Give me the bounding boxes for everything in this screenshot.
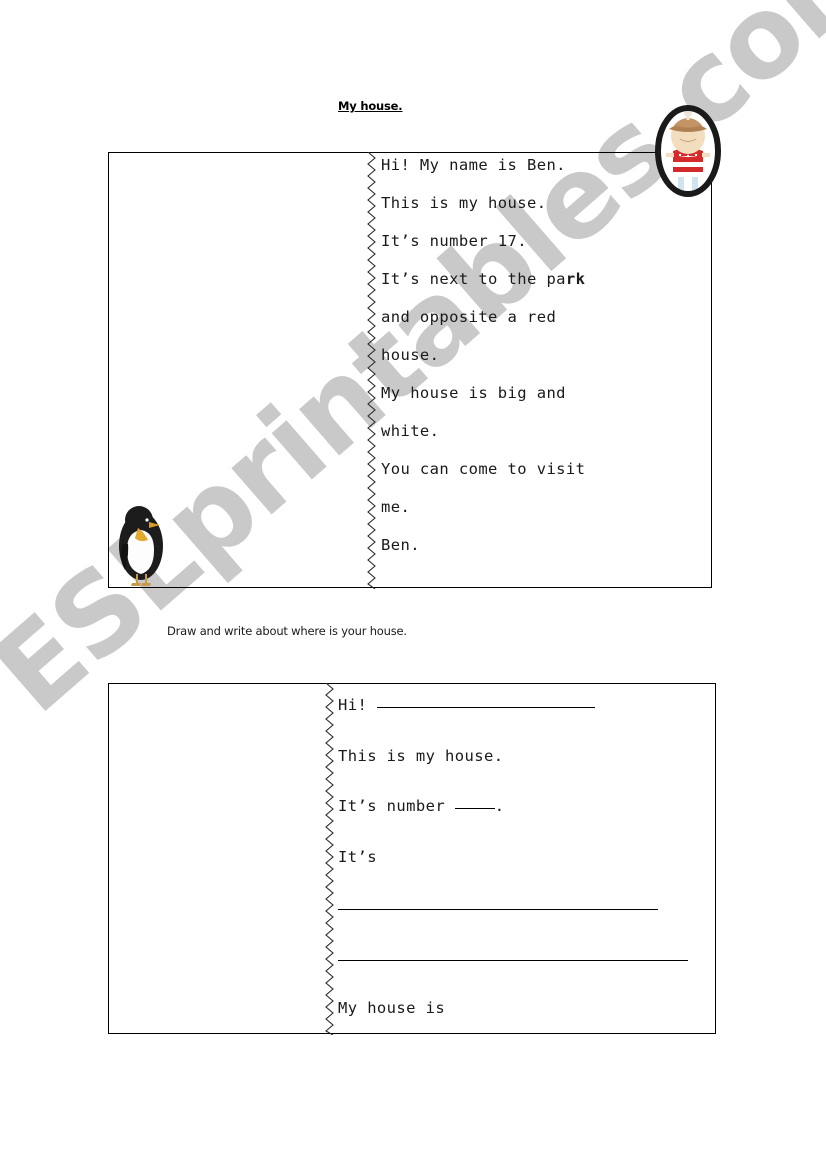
letter-line-5: and opposite a red [381, 308, 557, 326]
exercise-line-myhouse: My house is [338, 999, 446, 1017]
letter-line-11: Ben. [381, 536, 420, 554]
letter-line-2: This is my house. [381, 194, 547, 212]
exercise-blank-location-1[interactable] [338, 909, 658, 910]
letter-line-10: me. [381, 498, 411, 516]
exercise-line-this: This is my house. [338, 746, 504, 765]
exercise-letter-text: Hi! This is my house. It’s number . It’s… [338, 680, 688, 1034]
exercise-blank-location-2[interactable] [338, 959, 688, 961]
exercise-blank-number[interactable] [454, 808, 495, 809]
letter-line-1: Hi! My name is Ben. [381, 156, 566, 174]
exercise-line-blank-b [338, 949, 688, 967]
letter-line-7: My house is big and [381, 384, 566, 402]
zigzag-divider-two [324, 683, 335, 1035]
letter-line-6: house. [381, 346, 440, 364]
exercise-line-number: It’s number . [338, 797, 505, 815]
page-title: My house. [338, 99, 403, 113]
letter-line-9: You can come to visit [381, 460, 586, 478]
letter-line-4-bold: rk [565, 270, 586, 288]
zigzag-divider-one [366, 152, 377, 589]
letter-line-4-plain: It’s next to the pa [381, 270, 566, 288]
exercise-hi-label: Hi! [338, 696, 368, 714]
instruction-text: Draw and write about where is your house… [167, 624, 407, 638]
letter-line-4: It’s next to the park [381, 270, 585, 288]
exercise-number-period: . [494, 797, 505, 815]
letter-line-8: white. [381, 422, 440, 440]
exercise-number-label: It’s number [338, 797, 446, 815]
exercise-line-its: It’s [338, 847, 377, 866]
boy-portrait-icon [650, 101, 726, 201]
exercise-line-hi: Hi! [338, 696, 595, 714]
exercise-line-blank-a [338, 898, 658, 916]
letter-line-3: It’s number 17. [381, 232, 527, 250]
penguin-icon [114, 504, 176, 586]
sample-letter-text: Hi! My name is Ben. This is my house. It… [381, 146, 585, 564]
exercise-blank-name[interactable] [376, 707, 595, 708]
